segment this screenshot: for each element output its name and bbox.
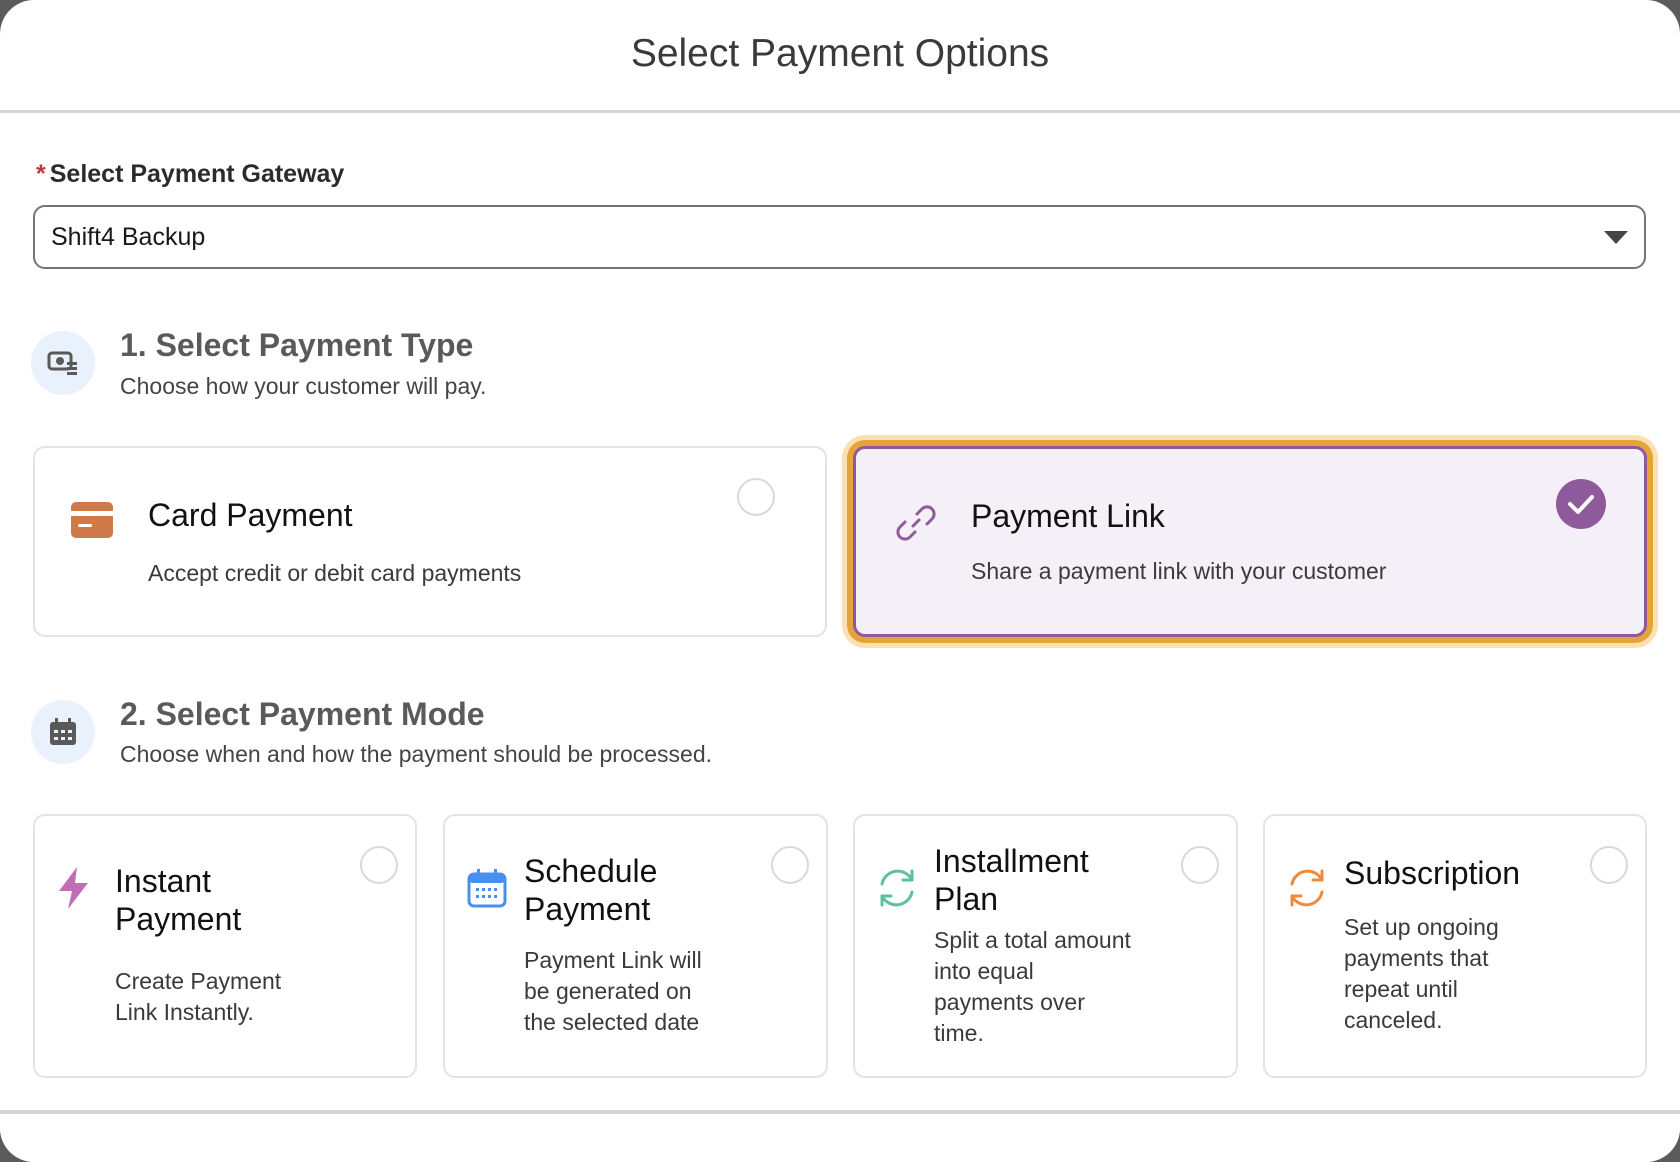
schedule-payment-radio[interactable] bbox=[771, 846, 809, 884]
calendar-icon bbox=[467, 869, 507, 908]
instant-payment-description: Create Payment Link Instantly. bbox=[115, 968, 282, 1025]
modal-footer bbox=[0, 1110, 1680, 1162]
link-icon bbox=[896, 505, 936, 541]
subscription-option[interactable]: Subscription Set up ongoing payments tha… bbox=[1263, 814, 1647, 1078]
chevron-down-icon bbox=[1604, 231, 1628, 244]
card-payment-radio[interactable] bbox=[737, 478, 775, 516]
installment-plan-option[interactable]: Installment Plan Split a total amount in… bbox=[853, 814, 1238, 1078]
modal-title: Select Payment Options bbox=[630, 32, 1050, 75]
card-payment-option[interactable]: Card Payment Accept credit or debit card… bbox=[33, 446, 827, 637]
subscription-title: Subscription bbox=[1344, 855, 1521, 891]
instant-payment-radio[interactable] bbox=[360, 846, 398, 884]
installment-plan-radio[interactable] bbox=[1181, 846, 1219, 884]
payment-mode-title: 2. Select Payment Mode bbox=[120, 696, 485, 732]
credit-card-icon bbox=[71, 502, 113, 538]
recurring-icon bbox=[1290, 869, 1324, 907]
schedule-payment-description: Payment Link will be generated on the se… bbox=[524, 947, 702, 1035]
schedule-payment-title: Schedule Payment bbox=[524, 853, 658, 927]
refresh-icon bbox=[880, 869, 914, 907]
payment-mode-subtitle: Choose when and how the payment should b… bbox=[120, 741, 713, 767]
payment-link-option[interactable]: Payment Link Share a payment link with y… bbox=[853, 446, 1647, 637]
payment-type-title: 1. Select Payment Type bbox=[120, 327, 474, 363]
gateway-label: * Select Payment Gateway bbox=[36, 160, 344, 189]
instant-payment-title: Instant Payment bbox=[115, 863, 242, 937]
card-payment-title: Card Payment bbox=[148, 497, 353, 533]
payment-type-subtitle: Choose how your customer will pay. bbox=[120, 373, 487, 399]
subscription-radio[interactable] bbox=[1590, 846, 1628, 884]
instant-payment-option[interactable]: Instant Payment Create Payment Link Inst… bbox=[33, 814, 417, 1078]
gateway-select-value: Shift4 Backup bbox=[51, 223, 206, 251]
money-icon bbox=[47, 351, 77, 375]
payment-type-section-icon bbox=[31, 331, 95, 395]
checkmark-icon[interactable] bbox=[1556, 479, 1606, 529]
lightning-icon bbox=[59, 867, 88, 909]
payment-mode-section-icon bbox=[31, 700, 95, 764]
modal-header: Select Payment Options bbox=[0, 0, 1680, 113]
calendar-section-icon bbox=[50, 718, 76, 745]
payment-link-title: Payment Link bbox=[971, 498, 1165, 534]
subscription-description: Set up ongoing payments that repeat unti… bbox=[1344, 914, 1499, 1033]
installment-plan-title: Installment Plan bbox=[934, 843, 1089, 917]
required-indicator: * bbox=[36, 160, 46, 188]
payment-link-description: Share a payment link with your customer bbox=[971, 558, 1387, 584]
gateway-select[interactable]: Shift4 Backup bbox=[33, 205, 1646, 269]
schedule-payment-option[interactable]: Schedule Payment Payment Link will be ge… bbox=[443, 814, 828, 1078]
card-payment-description: Accept credit or debit card payments bbox=[148, 560, 522, 586]
gateway-label-text: Select Payment Gateway bbox=[49, 160, 345, 188]
installment-plan-description: Split a total amount into equal payments… bbox=[934, 927, 1131, 1046]
payment-options-modal: Select Payment Options * Select Payment G… bbox=[0, 0, 1680, 1162]
